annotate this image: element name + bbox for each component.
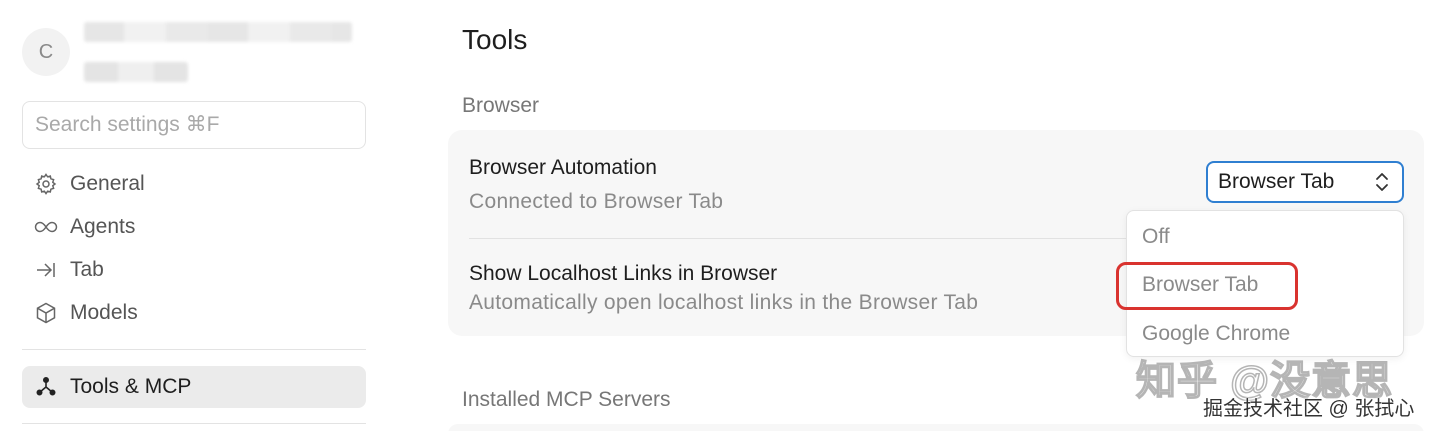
watermark-juejin: 掘金技术社区 @ 张拭心 [1203, 398, 1415, 420]
search-settings-input[interactable] [22, 101, 366, 149]
infinity-icon [34, 215, 58, 239]
browser-automation-description: Connected to Browser Tab [469, 190, 724, 213]
option-google-chrome[interactable]: Google Chrome [1142, 322, 1290, 346]
sidebar-item-tab[interactable]: Tab [22, 249, 366, 291]
sidebar-item-label: Models [70, 301, 138, 324]
chevron-up-down-icon [1372, 170, 1392, 194]
browser-automation-select[interactable]: Browser Tab [1206, 161, 1404, 203]
avatar-initial: C [38, 40, 54, 63]
select-value: Browser Tab [1218, 170, 1335, 193]
sidebar-item-label: Tools & MCP [70, 375, 192, 398]
sidebar-item-models[interactable]: Models [22, 292, 366, 334]
option-off[interactable]: Off [1142, 225, 1170, 249]
arrow-to-line-icon [34, 258, 58, 282]
browser-automation-title: Browser Automation [469, 156, 657, 179]
sidebar-item-label: Tab [70, 258, 104, 281]
localhost-links-title: Show Localhost Links in Browser [469, 262, 778, 285]
nodes-icon [34, 375, 58, 399]
page-title: Tools [462, 24, 528, 55]
sidebar-item-label: General [70, 172, 145, 195]
gear-icon [34, 172, 58, 196]
avatar[interactable]: C [22, 28, 70, 76]
section-label-browser: Browser [462, 94, 540, 117]
sidebar-item-agents[interactable]: Agents [22, 206, 366, 248]
mcp-servers-card [448, 424, 1424, 431]
blurred-email [84, 62, 188, 82]
sidebar-item-tools-mcp[interactable]: Tools & MCP [22, 366, 366, 408]
sidebar-divider [22, 349, 366, 350]
sidebar-item-label: Agents [70, 215, 136, 238]
sidebar-item-general[interactable]: General [22, 163, 366, 205]
settings-sidebar: C General Agents Tab [0, 0, 390, 431]
sidebar-divider [22, 423, 366, 424]
cube-icon [34, 301, 58, 325]
localhost-links-description: Automatically open localhost links in th… [469, 291, 979, 314]
blurred-username [84, 22, 352, 42]
section-label-mcp: Installed MCP Servers [462, 388, 671, 411]
highlight-annotation [1116, 262, 1298, 310]
